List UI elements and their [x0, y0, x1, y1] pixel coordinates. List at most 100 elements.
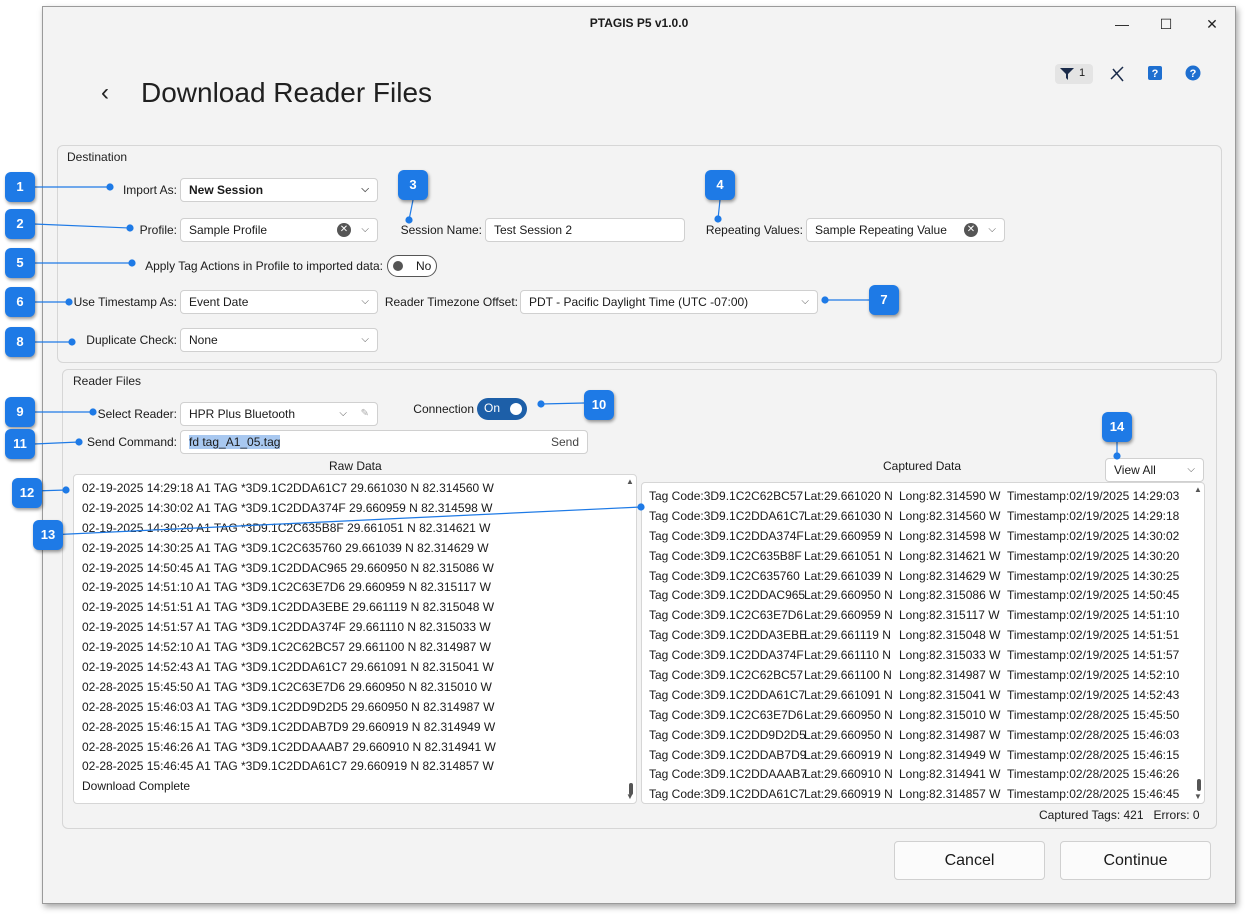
- list-item: Tag Code:3D9.1C2DDAC965Lat:29.660950 N Lo…: [649, 588, 1204, 608]
- captured-cell: Long:82.314857 W: [899, 787, 1001, 802]
- captured-cell: Timestamp:02/19/2025 14:30:02: [1007, 528, 1180, 543]
- captured-cell: Lat:29.661051 N: [804, 548, 893, 563]
- list-item: Tag Code:3D9.1C2C63E7D6Lat:29.660950 N Lo…: [649, 708, 1204, 728]
- list-item: Tag Code:3D9.1C2DD9D2D5Lat:29.660950 N Lo…: [649, 728, 1204, 748]
- profile-dropdown[interactable]: Sample Profile ✕ ⌵: [180, 218, 378, 242]
- scrollbar[interactable]: ▲ ▼: [1194, 483, 1204, 803]
- captured-cell: Timestamp:02/19/2025 14:29:18: [1007, 508, 1180, 523]
- captured-cell: Long:82.315010 W: [899, 707, 1001, 722]
- captured-cell: Lat:29.661110 N: [804, 648, 891, 663]
- timestamp-dropdown[interactable]: Event Date ⌵: [180, 290, 378, 314]
- duplicate-check-dropdown[interactable]: None ⌵: [180, 328, 378, 352]
- captured-cell: Long:82.314560 W: [899, 508, 1001, 523]
- callout-badge: 3: [398, 170, 428, 200]
- callout-badge: 8: [5, 327, 35, 357]
- toggle-knob: [393, 261, 403, 271]
- send-button[interactable]: Send: [551, 431, 579, 453]
- captured-cell: Lat:29.661091 N: [804, 687, 893, 702]
- chevron-down-icon: ⌵: [361, 296, 369, 307]
- select-reader-label: Select Reader:: [97, 407, 177, 421]
- clear-icon[interactable]: ✕: [964, 223, 978, 237]
- chevron-down-icon: ⌵: [801, 296, 809, 307]
- captured-cell: Timestamp:02/19/2025 14:52:10: [1007, 668, 1180, 683]
- captured-cell: Lat:29.661039 N: [804, 568, 893, 583]
- list-item: Tag Code:3D9.1C2C62BC57Lat:29.661100 N Lo…: [649, 668, 1204, 688]
- back-icon[interactable]: ‹: [101, 79, 109, 107]
- list-item: Tag Code:3D9.1C2DDA374FLat:29.660959 N Lo…: [649, 529, 1204, 549]
- maximize-icon[interactable]: ☐: [1143, 11, 1189, 37]
- captured-cell: Timestamp:02/19/2025 14:51:51: [1007, 628, 1180, 643]
- scroll-down-icon[interactable]: ▼: [626, 792, 634, 801]
- close-icon[interactable]: ✕: [1189, 11, 1235, 37]
- send-command-input[interactable]: fd tag_A1_05.tag Send: [180, 430, 588, 454]
- import-as-dropdown[interactable]: New Session ⌵: [180, 178, 378, 202]
- capture-status: Captured Tags: 421 Errors: 0: [1039, 808, 1200, 822]
- chevron-down-icon: ⌵: [361, 184, 369, 195]
- captured-cell: Timestamp:02/28/2025 15:46:03: [1007, 727, 1180, 742]
- captured-cell: Timestamp:02/19/2025 14:30:25: [1007, 568, 1180, 583]
- list-item: Tag Code:3D9.1C2DDA61C7Lat:29.661030 N Lo…: [649, 509, 1204, 529]
- list-item: Tag Code:3D9.1C2C635B8F Lat:29.661051 N Lo…: [649, 549, 1204, 569]
- filter-button[interactable]: 1: [1055, 64, 1093, 84]
- scrollbar[interactable]: ▲ ▼: [626, 475, 636, 803]
- minimize-icon[interactable]: —: [1099, 11, 1145, 37]
- captured-cell: Long:82.314941 W: [899, 767, 1001, 782]
- edit-icon[interactable]: ✎: [361, 403, 369, 425]
- list-item: 02-19-2025 14:30:25 A1 TAG *3D9.1C2C6357…: [82, 540, 489, 555]
- repeating-values-dropdown[interactable]: Sample Repeating Value ✕ ⌵: [806, 218, 1005, 242]
- help-icon[interactable]: ?: [1185, 65, 1201, 81]
- svg-text:?: ?: [1152, 68, 1159, 80]
- captured-cell: Long:82.315041 W: [899, 687, 1001, 702]
- route-icon[interactable]: [1109, 65, 1127, 83]
- help-book-icon[interactable]: ?: [1147, 65, 1163, 81]
- select-reader-dropdown[interactable]: HPR Plus Bluetooth ⌵ ✎: [180, 402, 378, 426]
- list-item: Tag Code:3D9.1C2C63E7D6Lat:29.660959 N Lo…: [649, 608, 1204, 628]
- captured-tags-count: Captured Tags: 421: [1039, 808, 1144, 822]
- callout-badge: 13: [33, 520, 63, 550]
- captured-data-list[interactable]: Tag Code:3D9.1C2C62BC57Lat:29.661020 N Lo…: [641, 482, 1205, 804]
- list-item: Tag Code:3D9.1C2C635760 Lat:29.661039 N Lo…: [649, 569, 1204, 589]
- continue-button[interactable]: Continue: [1060, 841, 1211, 880]
- captured-cell: Tag Code:3D9.1C2C635B8F: [649, 548, 802, 563]
- clear-icon[interactable]: ✕: [337, 223, 351, 237]
- command-text: fd tag_A1_05.tag: [189, 435, 281, 449]
- list-item: Download Complete: [82, 779, 191, 794]
- captured-cell: Lat:29.661030 N: [804, 508, 893, 523]
- raw-data-list[interactable]: 02-19-2025 14:29:18 A1 TAG *3D9.1C2DDA61…: [73, 474, 637, 804]
- captured-cell: Timestamp:02/19/2025 14:50:45: [1007, 588, 1180, 603]
- list-item: 02-19-2025 14:30:02 A1 TAG *3D9.1C2DDA37…: [82, 500, 493, 515]
- session-name-input[interactable]: Test Session 2: [485, 218, 685, 242]
- cancel-button[interactable]: Cancel: [894, 841, 1045, 880]
- timezone-label: Reader Timezone Offset:: [384, 295, 518, 309]
- captured-cell: Tag Code:3D9.1C2C63E7D6: [649, 608, 804, 623]
- callout-badge: 7: [869, 285, 899, 315]
- send-command-label: Send Command:: [86, 435, 177, 449]
- scroll-up-icon[interactable]: ▲: [1194, 485, 1202, 494]
- captured-cell: Long:82.314590 W: [899, 489, 1001, 503]
- window-title: PTAGIS P5 v1.0.0: [589, 16, 689, 30]
- view-dropdown[interactable]: View All ⌵: [1105, 458, 1204, 482]
- captured-cell: Tag Code:3D9.1C2C62BC57: [649, 489, 804, 503]
- captured-cell: Timestamp:02/19/2025 14:51:10: [1007, 608, 1180, 623]
- list-item: Tag Code:3D9.1C2DDA61C7Lat:29.661091 N Lo…: [649, 688, 1204, 708]
- captured-cell: Lat:29.661020 N: [804, 489, 893, 503]
- list-item: 02-28-2025 15:46:26 A1 TAG *3D9.1C2DDAAA…: [82, 739, 496, 754]
- callout-badge: 2: [5, 209, 35, 239]
- captured-cell: Tag Code:3D9.1C2DDA3EBE: [649, 628, 808, 643]
- toggle-state: No: [416, 259, 432, 273]
- scroll-up-icon[interactable]: ▲: [626, 477, 634, 486]
- scroll-down-icon[interactable]: ▼: [1194, 792, 1202, 801]
- apply-tag-actions-toggle[interactable]: No: [387, 255, 437, 277]
- scroll-thumb[interactable]: [1197, 779, 1201, 791]
- list-item: 02-28-2025 15:46:03 A1 TAG *3D9.1C2DD9D2…: [82, 699, 495, 714]
- captured-cell: Lat:29.660919 N: [804, 787, 893, 802]
- connection-toggle[interactable]: On: [477, 398, 527, 420]
- list-item: 02-19-2025 14:29:18 A1 TAG *3D9.1C2DDA61…: [82, 481, 494, 495]
- timezone-dropdown[interactable]: PDT - Pacific Daylight Time (UTC -07:00)…: [520, 290, 818, 314]
- list-item: Tag Code:3D9.1C2DDA3EBELat:29.661119 N Lo…: [649, 628, 1204, 648]
- captured-data-title: Captured Data: [883, 459, 962, 473]
- captured-cell: Tag Code:3D9.1C2DDAAAB7: [649, 767, 808, 782]
- list-item: 02-19-2025 14:51:57 A1 TAG *3D9.1C2DDA37…: [82, 620, 491, 635]
- captured-cell: Tag Code:3D9.1C2DDA374F: [649, 648, 804, 663]
- callout-badge: 1: [5, 172, 35, 202]
